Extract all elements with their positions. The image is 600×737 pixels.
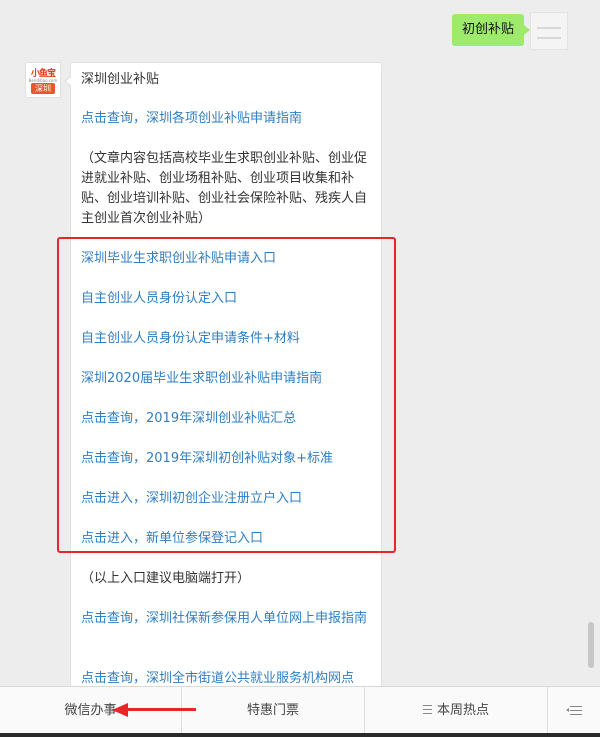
entry-link[interactable]: 自主创业人员身份认定申请条件+材料: [81, 329, 375, 349]
entry-link[interactable]: 点击查询，2019年深圳初创补贴对象+标准: [81, 449, 375, 469]
annotation-arrow: [126, 708, 196, 711]
bottom-menu: 微信办事 特惠门票 本周热点: [0, 686, 600, 737]
entry-link[interactable]: 点击查询，2019年深圳创业补贴汇总: [81, 409, 375, 429]
chat-area[interactable]: 初创补贴 小鱼宝 Bendibao.com 深圳 深圳创业补贴 点击查询，深圳各…: [0, 0, 600, 686]
scrollbar-thumb[interactable]: [588, 622, 594, 668]
keyboard-toggle[interactable]: [548, 687, 600, 737]
entry-link[interactable]: 自主创业人员身份认定入口: [81, 289, 375, 309]
bottom-strip: [0, 733, 600, 737]
menu-label: 特惠门票: [246, 703, 299, 718]
entry-link[interactable]: 点击进入，新单位参保登记入口: [81, 529, 375, 549]
entry-link[interactable]: 点击进入，深圳初创企业注册立户入口: [81, 489, 375, 509]
more-link[interactable]: 点击查询，深圳社保新参保用人单位网上申报指南: [81, 609, 375, 629]
menu-item-hot[interactable]: 本周热点: [365, 687, 548, 737]
user-avatar[interactable]: [530, 12, 568, 50]
entry-link[interactable]: 深圳2020届毕业生求职创业补贴申请指南: [81, 369, 375, 389]
more-link[interactable]: 点击查询，深圳全市街道公共就业服务机构网点: [81, 669, 375, 686]
account-avatar[interactable]: 小鱼宝 Bendibao.com 深圳: [25, 62, 61, 98]
content-note: （文章内容包括高校毕业生求职创业补贴、创业促进就业补贴、创业场租补贴、创业项目收…: [81, 151, 368, 226]
keyboard-toggle-icon: [566, 705, 582, 715]
open-tip: （以上入口建议电脑端打开）: [81, 571, 251, 586]
menu-item-services[interactable]: 微信办事: [0, 687, 182, 737]
menu-item-tickets[interactable]: 特惠门票: [182, 687, 365, 737]
entry-link[interactable]: 深圳毕业生求职创业补贴申请入口: [81, 249, 375, 269]
menu-label: 本周热点: [436, 703, 489, 718]
menu-label: 微信办事: [64, 703, 117, 718]
submenu-icon: [422, 705, 432, 714]
message-title: 深圳创业补贴: [81, 72, 160, 87]
incoming-message: 深圳创业补贴 点击查询，深圳各项创业补贴申请指南 （文章内容包括高校毕业生求职创…: [64, 62, 382, 686]
outgoing-message: 初创补贴: [451, 14, 531, 46]
guide-link[interactable]: 点击查询，深圳各项创业补贴申请指南: [81, 109, 375, 129]
avatar-city-badge: 深圳: [31, 83, 55, 94]
